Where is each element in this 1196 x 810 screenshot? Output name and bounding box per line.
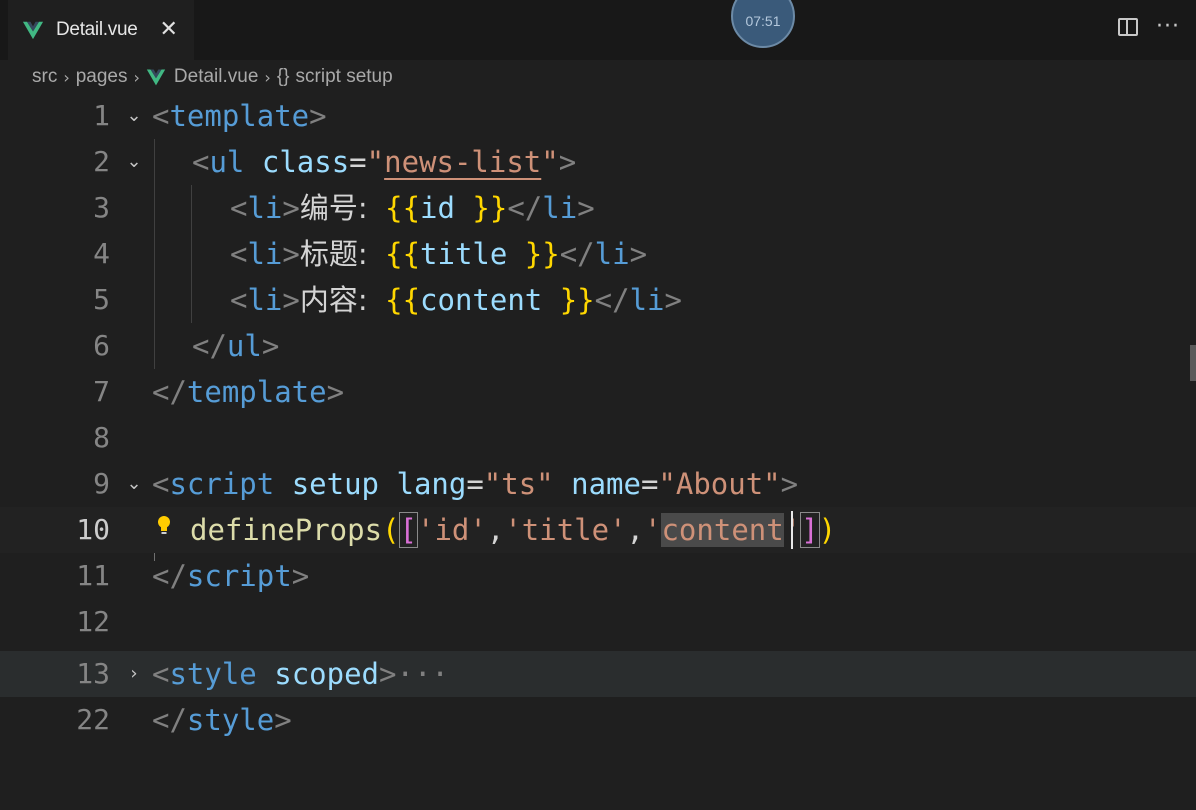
chevron-right-icon: › bbox=[133, 67, 140, 87]
breadcrumb-item-pages[interactable]: pages bbox=[76, 66, 128, 88]
code-text: </template> bbox=[152, 375, 345, 409]
line-number: 7 bbox=[93, 375, 110, 408]
fold-chevron-down-icon[interactable]: ⌄ bbox=[124, 461, 144, 507]
code-text: <li>标题: {{title }}</li> bbox=[230, 237, 648, 271]
code-line: 2 ⌄ <ul class="news-list"> bbox=[0, 139, 1196, 185]
code-editor[interactable]: 1 ⌄ <template> 2 ⌄ <ul class="news-list"… bbox=[0, 93, 1196, 810]
fold-chevron-down-icon[interactable]: ⌄ bbox=[124, 139, 144, 185]
chevron-right-icon: › bbox=[63, 67, 70, 87]
line-number: 9 bbox=[93, 467, 110, 500]
vue-icon bbox=[146, 69, 166, 86]
lightbulb-icon[interactable] bbox=[156, 515, 172, 537]
code-text: <style scoped>··· bbox=[152, 657, 449, 691]
code-line: 22 </style> bbox=[0, 697, 1196, 743]
code-text: </style> bbox=[152, 703, 292, 737]
line-number: 2 bbox=[93, 145, 110, 178]
breadcrumb-item-src[interactable]: src bbox=[32, 66, 57, 88]
line-number: 3 bbox=[93, 191, 110, 224]
fold-chevron-down-icon[interactable]: ⌄ bbox=[124, 93, 144, 139]
line-number: 8 bbox=[93, 421, 110, 454]
selected-text: ent bbox=[731, 513, 784, 547]
line-number: 12 bbox=[76, 605, 110, 638]
selected-text: cont bbox=[661, 513, 732, 547]
folded-ellipsis: ··· bbox=[396, 657, 449, 691]
code-text: </script> bbox=[152, 559, 310, 593]
more-actions-icon[interactable]: ··· bbox=[1156, 14, 1180, 39]
tab-detail-vue[interactable]: Detail.vue ✕ bbox=[8, 0, 194, 60]
fold-chevron-right-icon[interactable]: › bbox=[124, 651, 144, 697]
line-number: 6 bbox=[93, 329, 110, 362]
code-line-current: 10 defineProps(['id','title','content']) bbox=[0, 507, 1196, 553]
code-text: <ul class="news-list"> bbox=[192, 145, 577, 179]
line-number: 13 bbox=[76, 657, 110, 690]
code-text: <li>编号: {{id }}</li> bbox=[230, 191, 595, 225]
editor-actions: ··· bbox=[1118, 14, 1180, 39]
tab-label: Detail.vue bbox=[56, 19, 138, 40]
text-cursor bbox=[791, 511, 793, 549]
code-text: <li>内容: {{content }}</li> bbox=[230, 283, 682, 317]
scrollbar-marker[interactable] bbox=[1190, 345, 1196, 381]
breadcrumb: src › pages › Detail.vue › {} script set… bbox=[32, 62, 393, 92]
code-line: 3 <li>编号: {{id }}</li> bbox=[0, 185, 1196, 231]
braces-icon: {} bbox=[276, 66, 290, 87]
code-line: 12 bbox=[0, 599, 1196, 645]
code-line: 5 <li>内容: {{content }}</li> bbox=[0, 277, 1196, 323]
tab-bar: Detail.vue ✕ 07:51 ··· bbox=[0, 0, 1196, 60]
line-number: 4 bbox=[93, 237, 110, 270]
timer-badge: 07:51 bbox=[731, 0, 795, 48]
code-line: 4 <li>标题: {{title }}</li> bbox=[0, 231, 1196, 277]
code-line: 6 </ul> bbox=[0, 323, 1196, 369]
line-number: 10 bbox=[76, 513, 110, 546]
line-number: 1 bbox=[93, 99, 110, 132]
code-text: defineProps(['id','title','content']) bbox=[190, 512, 837, 548]
code-line: 11 </script> bbox=[0, 553, 1196, 599]
breadcrumb-item-symbol[interactable]: script setup bbox=[296, 66, 393, 88]
code-text: <script setup lang="ts" name="About"> bbox=[152, 467, 799, 501]
code-text: <template> bbox=[152, 99, 327, 133]
vue-icon bbox=[22, 21, 44, 40]
code-line: 7 </template> bbox=[0, 369, 1196, 415]
code-line: 1 ⌄ <template> bbox=[0, 93, 1196, 139]
code-line: 9 ⌄ <script setup lang="ts" name="About"… bbox=[0, 461, 1196, 507]
breadcrumb-item-file[interactable]: Detail.vue bbox=[174, 66, 259, 88]
line-number: 22 bbox=[76, 703, 110, 736]
split-editor-icon[interactable] bbox=[1118, 17, 1139, 36]
line-number: 11 bbox=[76, 559, 110, 592]
code-text: </ul> bbox=[192, 329, 280, 363]
code-line: 8 bbox=[0, 415, 1196, 461]
chevron-right-icon: › bbox=[264, 67, 271, 87]
line-number: 5 bbox=[93, 283, 110, 316]
code-line-folded: 13 › <style scoped>··· bbox=[0, 651, 1196, 697]
close-icon[interactable]: ✕ bbox=[160, 19, 178, 41]
